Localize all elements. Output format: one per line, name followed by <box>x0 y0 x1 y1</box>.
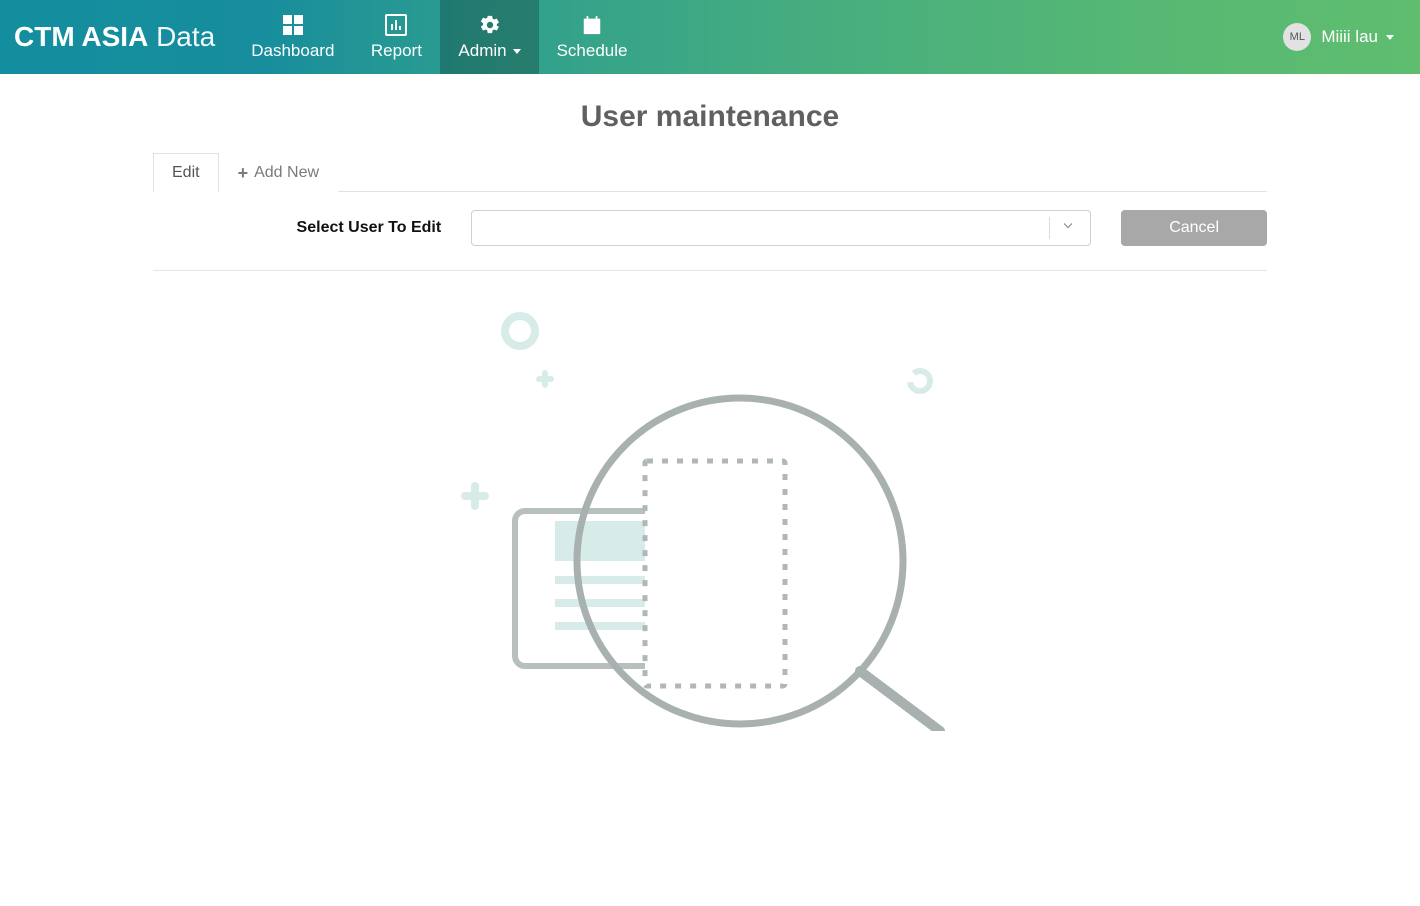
caret-down-icon <box>1386 35 1394 40</box>
tabs: Edit + Add New <box>153 152 1267 192</box>
gear-icon <box>478 13 502 37</box>
brand-bold: CTM ASIA <box>14 21 148 52</box>
tab-add-label: Add New <box>254 164 319 182</box>
page-content: User maintenance Edit + Add New Select U… <box>153 100 1267 791</box>
nav-report[interactable]: Report <box>352 0 440 74</box>
nav-schedule[interactable]: Schedule <box>539 0 646 74</box>
nav-schedule-label: Schedule <box>557 41 628 61</box>
nav-dashboard[interactable]: Dashboard <box>233 0 352 74</box>
brand-light: Data <box>156 21 215 52</box>
plus-icon: + <box>238 164 249 182</box>
user-menu[interactable]: ML Miiii lau <box>1283 23 1420 51</box>
nav-admin-label: Admin <box>458 41 520 61</box>
empty-illustration <box>153 271 1267 791</box>
nav-dashboard-label: Dashboard <box>251 41 334 61</box>
tab-edit[interactable]: Edit <box>153 153 219 192</box>
select-divider <box>1049 217 1050 239</box>
brand: CTM ASIA Data <box>0 21 233 53</box>
tab-edit-label: Edit <box>172 164 200 182</box>
calendar-icon <box>580 13 604 37</box>
search-doc-illustration-icon <box>450 301 970 731</box>
dashboard-icon <box>281 13 305 37</box>
caret-down-icon <box>513 49 521 54</box>
chevron-down-icon <box>1060 218 1076 239</box>
app-header: CTM ASIA Data Dashboard Report Admin <box>0 0 1420 74</box>
page-title: User maintenance <box>153 100 1267 134</box>
nav-report-label: Report <box>371 41 422 61</box>
nav-admin[interactable]: Admin <box>440 0 538 74</box>
nav-admin-text: Admin <box>458 41 506 61</box>
user-name-text: Miiii lau <box>1321 27 1378 47</box>
bar-chart-icon <box>384 13 408 37</box>
select-user-row: Select User To Edit Cancel <box>153 192 1267 271</box>
user-name: Miiii lau <box>1321 27 1394 47</box>
tab-add-new[interactable]: + Add New <box>219 153 338 192</box>
cancel-button[interactable]: Cancel <box>1121 210 1267 246</box>
avatar-initials: ML <box>1290 31 1305 43</box>
main-nav: Dashboard Report Admin Schedule <box>233 0 645 74</box>
select-user-label: Select User To Edit <box>153 219 441 237</box>
avatar: ML <box>1283 23 1311 51</box>
user-select[interactable] <box>471 210 1091 246</box>
